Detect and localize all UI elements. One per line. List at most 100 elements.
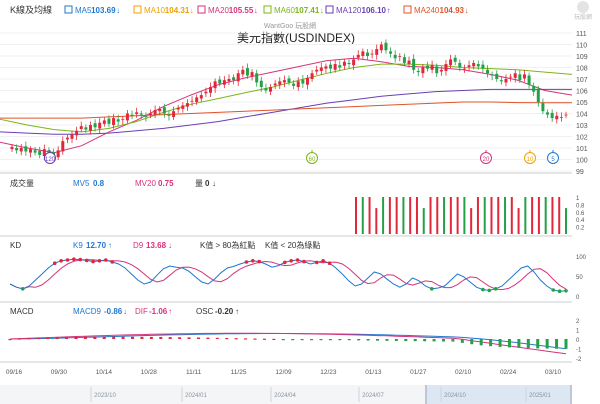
candle-body — [546, 112, 550, 115]
candle-body — [213, 81, 217, 89]
ma-legend-label: MA240 — [414, 6, 440, 15]
osc-bar — [404, 339, 408, 342]
volume-bar — [449, 197, 452, 234]
x-tick: 10/14 — [96, 369, 113, 376]
d-line — [9, 259, 567, 291]
x-tick: 11/25 — [231, 369, 247, 376]
ma-marker-label: 10 — [527, 157, 534, 163]
x-tick: 09/30 — [51, 369, 68, 376]
range-navigator[interactable]: 2023/10 2024/01 2024/04 2024/07 2024/10 2025/… — [0, 385, 572, 404]
candle-body — [162, 107, 166, 114]
kd-note-red: K值 > 80為紅點 — [200, 240, 255, 250]
candle-body — [28, 149, 32, 153]
qty-arrow: ↓ — [212, 179, 216, 188]
candle-body — [144, 115, 148, 117]
osc-bar — [357, 339, 361, 341]
candle-body — [93, 123, 97, 128]
volume-bar — [375, 208, 378, 234]
kd-green-dot — [429, 287, 434, 291]
candle-body — [139, 113, 143, 115]
candle-body — [236, 73, 240, 82]
price-panel: WantGoo 玩股網 美元指數(USDINDEX) 120 60 20 10 5 11… — [0, 21, 588, 176]
candle-body — [185, 103, 189, 107]
macd-tick: 0 — [576, 338, 580, 344]
candle-body — [70, 134, 74, 139]
price-tick: 106 — [576, 89, 588, 96]
osc-bar — [102, 336, 106, 339]
logo-text: 玩股網 — [574, 13, 592, 21]
candle-body — [181, 105, 185, 109]
candle-body — [84, 127, 88, 130]
kd-green-dot — [481, 287, 485, 292]
candle-body — [453, 57, 457, 62]
candle-body — [315, 69, 319, 72]
price-tick: 101 — [576, 146, 588, 153]
dif-value: -1.06 — [149, 307, 168, 316]
candle-body — [19, 148, 23, 152]
candle-body — [130, 114, 134, 116]
macd9-value: -0.86 — [104, 307, 123, 316]
volume-tick: 0.4 — [576, 218, 585, 224]
candle-body — [532, 85, 536, 92]
candle-body — [472, 62, 476, 67]
osc-bar — [17, 338, 21, 340]
candle-body — [153, 110, 157, 115]
candle-body — [513, 73, 517, 78]
candle-body — [125, 113, 129, 121]
price-tick: 100 — [576, 158, 588, 165]
osc-bar — [310, 339, 314, 341]
x-tick: 02/24 — [500, 369, 517, 376]
osc-bar — [8, 339, 12, 341]
candle-body — [88, 125, 92, 131]
x-tick: 10/28 — [141, 369, 158, 376]
kd-red-dot — [295, 258, 300, 262]
volume-bar — [470, 208, 473, 234]
ma-legend-label: MA120 — [336, 6, 362, 15]
candle-body — [490, 74, 494, 76]
navigator-label: 2024/01 — [185, 393, 207, 399]
candle-body — [255, 73, 259, 83]
osc-bar — [83, 336, 87, 339]
kd-green-dot — [564, 289, 568, 293]
candle-body — [476, 64, 480, 67]
macd-label: MACD — [10, 307, 34, 316]
candle-body — [135, 112, 139, 115]
osc-bar — [347, 339, 351, 341]
candle-body — [296, 81, 300, 88]
volume-bar — [517, 208, 520, 234]
osc-bar — [517, 339, 521, 348]
chart-title: 美元指數(USDINDEX) — [237, 30, 355, 45]
osc-bar — [27, 337, 31, 340]
osc-bar — [168, 337, 172, 339]
osc-bar — [489, 339, 493, 347]
candle-body — [550, 112, 554, 119]
ma-legend-arrow: ↓ — [465, 6, 469, 15]
osc-bar — [470, 339, 474, 345]
macd-tick: 2 — [576, 319, 580, 325]
price-tick: 104 — [576, 112, 588, 119]
volume-bar — [531, 197, 534, 234]
osc-bar — [328, 339, 332, 341]
ma-legend-arrow: ↓ — [254, 6, 258, 15]
ma-legend-arrow: ↑ — [387, 6, 391, 15]
qty-label: 量 — [195, 179, 203, 188]
candle-body — [518, 74, 522, 81]
ma-legend-label: MA10 — [144, 6, 165, 15]
macd-tick: -2 — [576, 357, 582, 363]
volume-bar — [415, 197, 418, 234]
ma-legend-label: MA60 — [274, 6, 295, 15]
ma-marker-label: 20 — [483, 157, 490, 163]
mv5-label: MV5 — [73, 179, 90, 188]
osc-bar — [423, 339, 427, 342]
candle-body — [172, 111, 176, 117]
kd-tick: 0 — [576, 295, 580, 301]
candle-body — [227, 79, 231, 82]
kd-green-dot — [493, 287, 498, 291]
candle-body — [393, 54, 397, 59]
volume-bar — [355, 197, 357, 234]
candle-body — [273, 83, 277, 86]
candle-body — [250, 72, 254, 77]
volume-bar — [490, 197, 493, 234]
volume-bar — [388, 197, 391, 234]
volume-tick: 0.2 — [576, 226, 585, 232]
